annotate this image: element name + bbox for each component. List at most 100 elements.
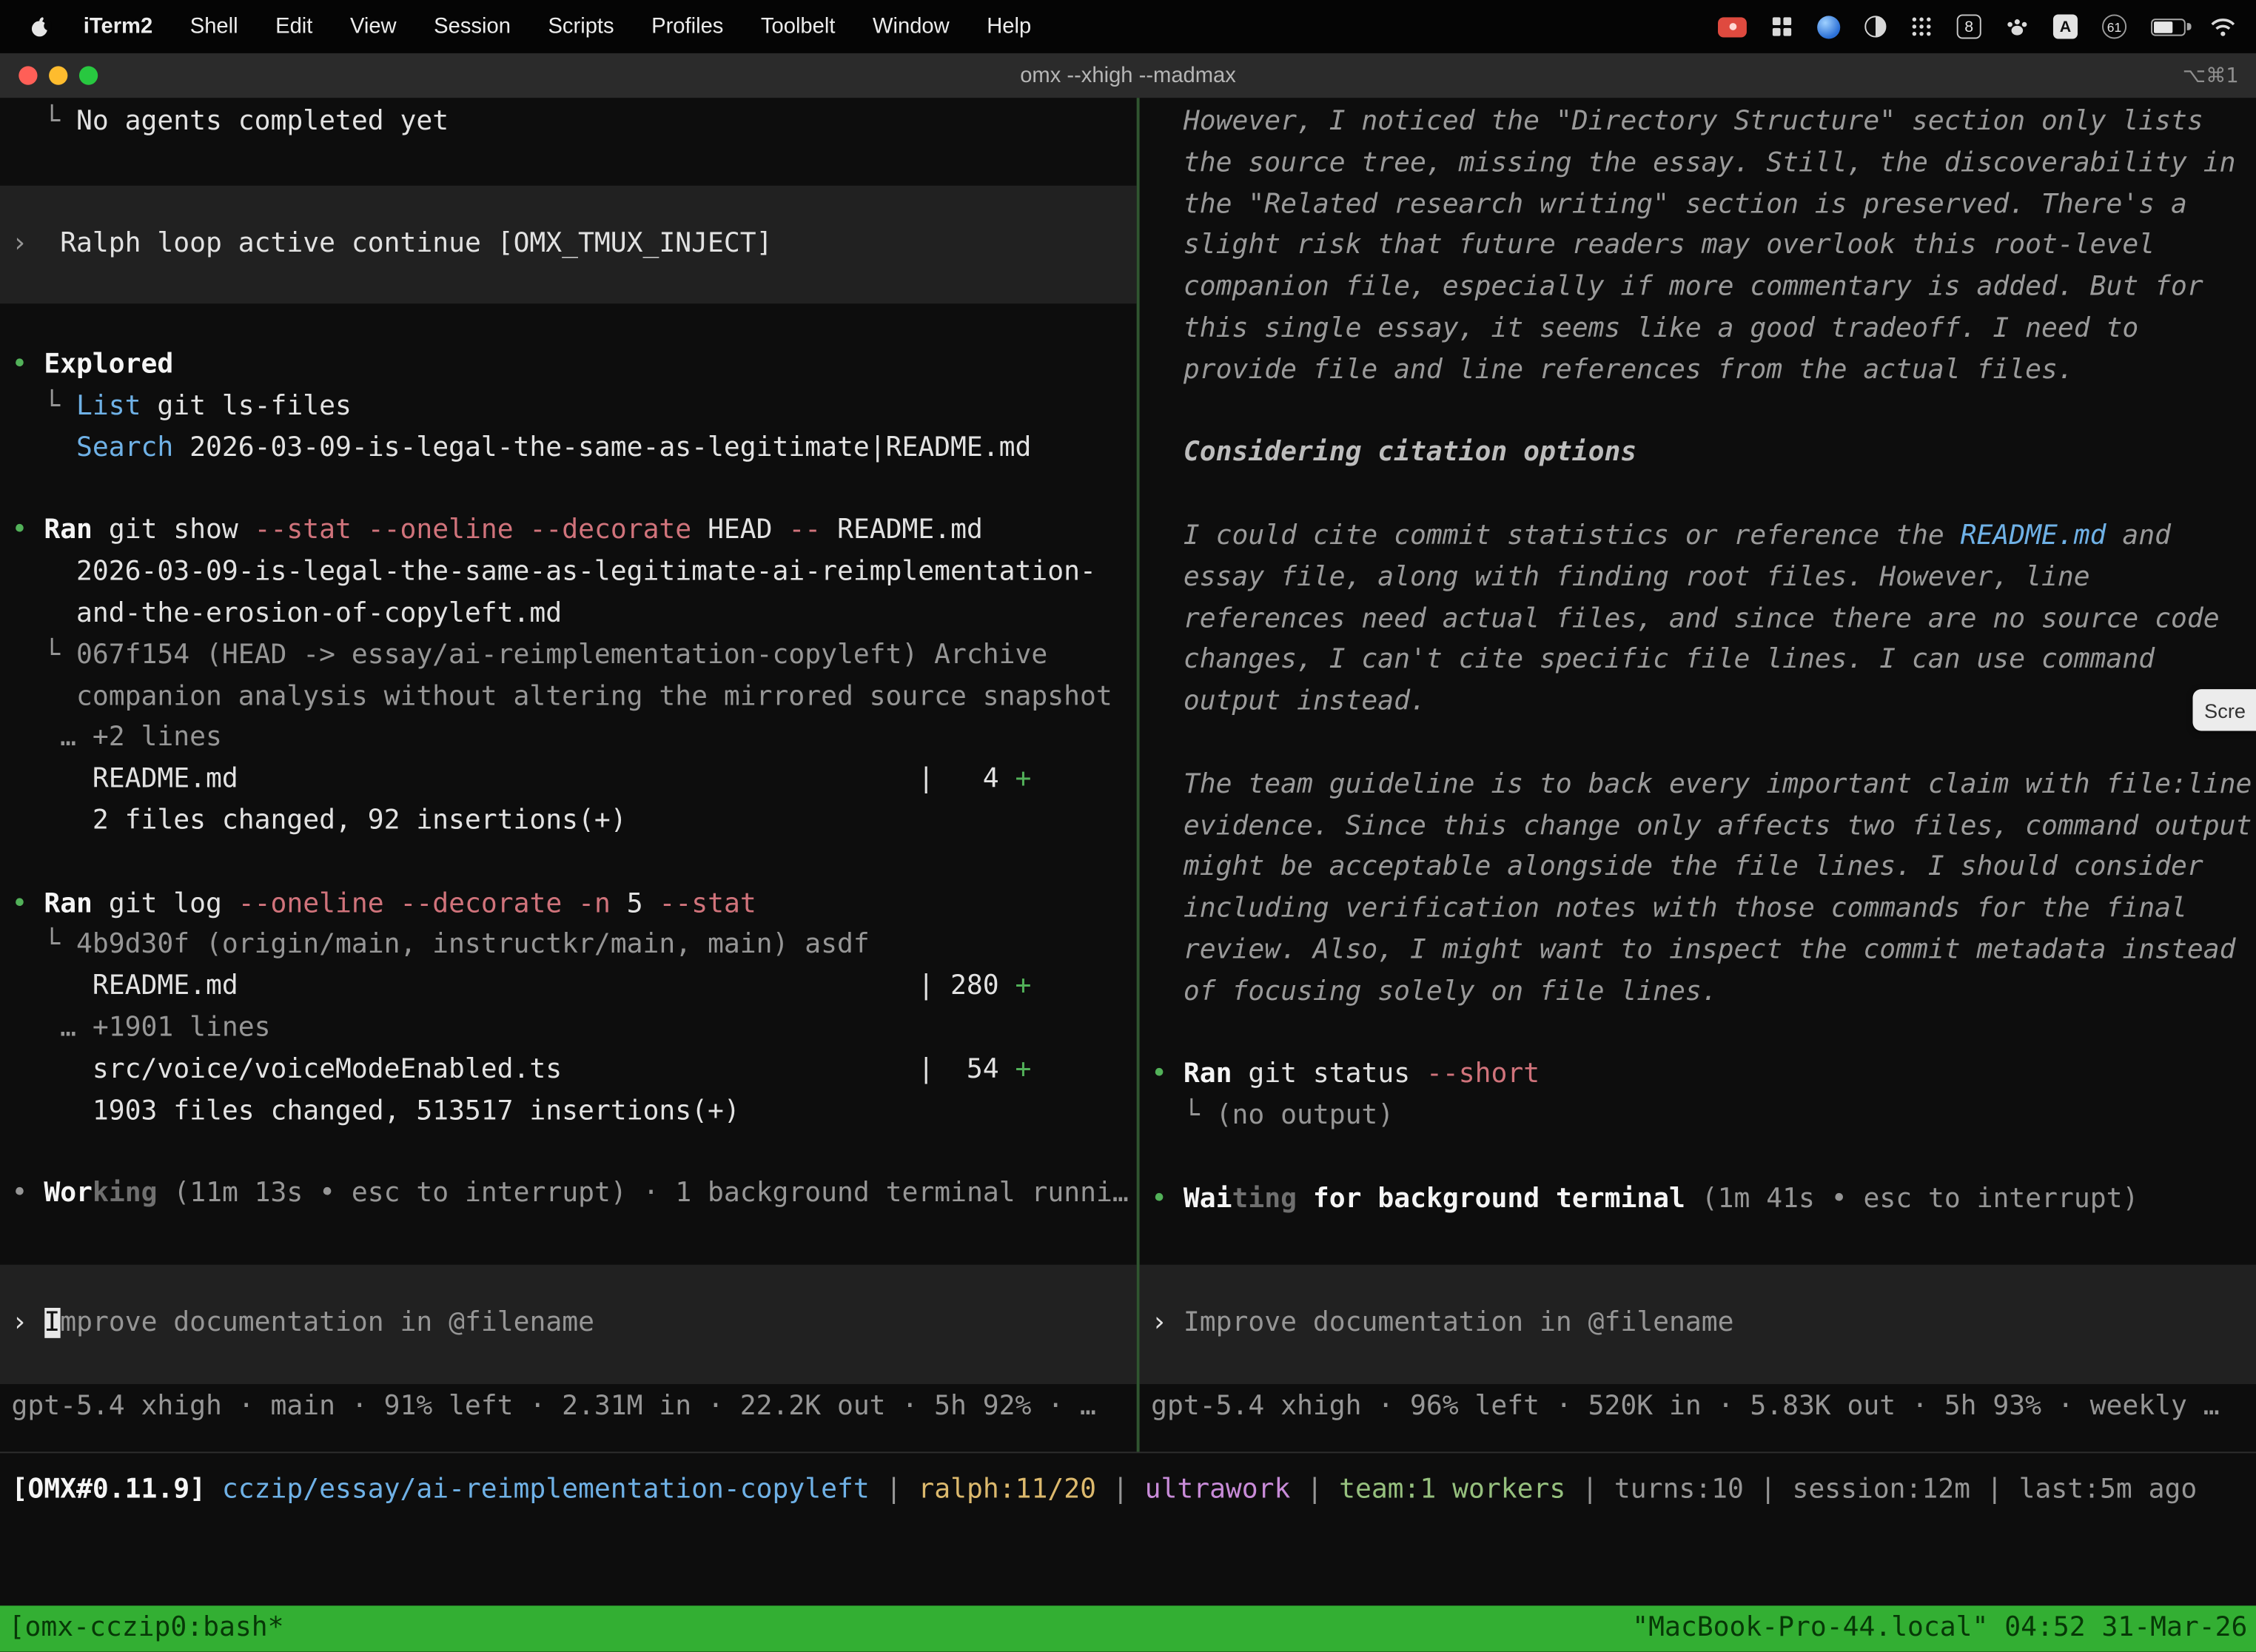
menu-status-icons: 8 A 61 — [1718, 14, 2236, 38]
terminal-line: output instead. — [1151, 682, 2256, 724]
notification-label: Scre — [2204, 699, 2246, 722]
minimize-window-button[interactable] — [49, 66, 67, 84]
terminal-line: [OMX#0.11.9] cczip/essay/ai-reimplementa… — [12, 1471, 2245, 1512]
screen-recording-icon[interactable] — [1718, 16, 1747, 36]
window-title: omx --xhigh --madmax — [1020, 64, 1236, 88]
window-title-bar[interactable]: omx --xhigh --madmax ⌥⌘1 — [0, 53, 2256, 98]
close-window-button[interactable] — [19, 66, 37, 84]
window-shortcut-hint: ⌥⌘1 — [2183, 64, 2239, 87]
terminal-line: I could cite commit statistics or refere… — [1151, 517, 2256, 558]
terminal-line: and-the-erosion-of-copyleft.md — [12, 594, 1137, 636]
terminal-line: README.md | 280 + — [12, 967, 1137, 1009]
right-pane-transcript: However, I noticed the "Directory Struct… — [1151, 102, 2256, 1220]
apple-menu-icon[interactable] — [29, 15, 52, 38]
battery-percent-badge: 61 — [2102, 14, 2126, 38]
terminal-line: the "Related research writing" section i… — [1151, 185, 2256, 226]
battery-icon[interactable] — [2151, 18, 2186, 35]
terminal-line: • Ran git log --oneline --decorate -n 5 … — [12, 884, 1137, 926]
terminal-line — [12, 470, 1137, 511]
terminal-line — [1151, 392, 2256, 434]
terminal-line — [12, 144, 1137, 185]
terminal-line: essay file, along with finding root file… — [1151, 558, 2256, 600]
wifi-icon[interactable] — [2210, 16, 2236, 36]
terminal-line: └ (no output) — [1151, 1096, 2256, 1138]
menu-item-scripts[interactable]: Scripts — [548, 14, 614, 38]
terminal-line: companion analysis without altering the … — [12, 677, 1137, 719]
screen: iTerm2 Shell Edit View Session Scripts P… — [0, 0, 2256, 1652]
left-terminal-pane[interactable]: └ No agents completed yet › Ralph loop a… — [0, 98, 1137, 1451]
terminal-line: └ 4b9d30f (origin/main, instructkr/main,… — [12, 926, 1137, 967]
menu-item-shell[interactable]: Shell — [190, 14, 238, 38]
terminal-line: gpt-5.4 xhigh · 96% left · 520K in · 5.8… — [1151, 1387, 2256, 1428]
terminal-line: • Ran git show --stat --oneline --decora… — [12, 511, 1137, 553]
terminal-line: slight risk that future readers may over… — [1151, 226, 2256, 268]
menu-item-edit[interactable]: Edit — [275, 14, 312, 38]
left-pane-transcript: • Explored └ List git ls-files Search 20… — [12, 304, 1137, 1216]
macos-menu-bar: iTerm2 Shell Edit View Session Scripts P… — [0, 0, 2256, 53]
terminal-line: … +1901 lines — [12, 1009, 1137, 1050]
input-source-icon[interactable]: A — [2053, 14, 2078, 38]
menu-item-window[interactable]: Window — [873, 14, 950, 38]
right-terminal-pane[interactable]: However, I noticed the "Directory Struct… — [1140, 98, 2256, 1451]
terminal-line: └ No agents completed yet — [12, 102, 1137, 144]
battery-fill — [2154, 21, 2173, 33]
menu-item-iterm2[interactable]: iTerm2 — [84, 14, 152, 38]
terminal-line: this single essay, it seems like a good … — [1151, 309, 2256, 351]
terminal-line — [12, 843, 1137, 884]
terminal-line: 2 files changed, 92 insertions(+) — [12, 802, 1137, 843]
terminal-line: of focusing solely on file lines. — [1151, 973, 2256, 1014]
left-pane-top: └ No agents completed yet — [12, 102, 1137, 185]
terminal-line: • Explored — [12, 346, 1137, 387]
menu-item-profiles[interactable]: Profiles — [651, 14, 723, 38]
left-prompt-input[interactable]: › Improve documentation in @filename — [0, 1265, 1137, 1384]
terminal-line: └ 067f154 (HEAD -> essay/ai-reimplementa… — [12, 636, 1137, 677]
menu-item-session[interactable]: Session — [434, 14, 511, 38]
zoom-window-button[interactable] — [79, 66, 98, 84]
terminal-line: src/voice/voiceModeEnabled.ts | 54 + — [12, 1050, 1137, 1092]
paw-icon[interactable] — [2006, 16, 2029, 37]
menu-items: iTerm2 Shell Edit View Session Scripts P… — [29, 14, 1031, 38]
terminal-line: 2026-03-09-is-legal-the-same-as-legitima… — [12, 553, 1137, 594]
terminal-line: README.md | 4 + — [12, 760, 1137, 802]
ralph-loop-banner: › Ralph loop active continue [OMX_TMUX_I… — [0, 185, 1137, 304]
right-status-line: gpt-5.4 xhigh · 96% left · 520K in · 5.8… — [1151, 1387, 2256, 1428]
terminal-line: … +2 lines — [12, 719, 1137, 760]
menu-item-toolbelt[interactable]: Toolbelt — [761, 14, 836, 38]
terminal-line: "MacBook-Pro-44.local" 04:52 31-Mar-26 — [1632, 1608, 2247, 1649]
terminal-line: Considering citation options — [1151, 434, 2256, 475]
dots-grid-icon[interactable] — [1910, 16, 1932, 37]
terminal-line: [omx-cczip0:bash* — [9, 1608, 284, 1649]
terminal-line: review. Also, I might want to inspect th… — [1151, 931, 2256, 973]
terminal-line — [12, 304, 1137, 346]
menu-item-help[interactable]: Help — [987, 14, 1031, 38]
half-circle-icon[interactable] — [1864, 16, 1886, 37]
tmux-session-window[interactable]: [omx-cczip0:bash* — [9, 1608, 284, 1649]
terminal-line: gpt-5.4 xhigh · main · 91% left · 2.31M … — [12, 1387, 1137, 1428]
right-prompt-input[interactable]: › Improve documentation in @filename — [1140, 1265, 2256, 1384]
terminal-line — [1151, 475, 2256, 517]
screenshot-notification[interactable]: Scre — [2193, 689, 2256, 731]
terminal-line: companion file, especially if more comme… — [1151, 268, 2256, 309]
terminal-line: might be acceptable alongside the file l… — [1151, 848, 2256, 890]
keycap-icon[interactable]: 8 — [1957, 14, 1981, 38]
terminal-line: • Working (11m 13s • esc to interrupt) ·… — [12, 1174, 1137, 1215]
terminal-line — [1151, 1014, 2256, 1055]
terminal-line: › Improve documentation in @filename — [12, 1304, 1126, 1346]
terminal-line: 1903 files changed, 513517 insertions(+) — [12, 1092, 1137, 1133]
terminal-line: • Waiting for background terminal (1m 41… — [1151, 1179, 2256, 1220]
tmux-status-bar: [omx-cczip0:bash* "MacBook-Pro-44.local"… — [0, 1605, 2256, 1651]
terminal-line: including verification notes with those … — [1151, 890, 2256, 931]
menu-item-view[interactable]: View — [350, 14, 397, 38]
traffic-lights — [19, 66, 98, 84]
terminal-line: › Improve documentation in @filename — [1151, 1304, 2244, 1346]
terminal-line: evidence. Since this change only affects… — [1151, 807, 2256, 848]
blue-app-icon[interactable] — [1817, 15, 1840, 38]
terminal-line: references need actual files, and since … — [1151, 600, 2256, 641]
terminal-line: The team guideline is to back every impo… — [1151, 765, 2256, 807]
terminal-line: Search 2026-03-09-is-legal-the-same-as-l… — [12, 429, 1137, 470]
terminal-line — [1151, 1138, 2256, 1179]
window-grid-icon[interactable] — [1771, 16, 1793, 37]
terminal-line — [1151, 724, 2256, 765]
terminal-line — [12, 1132, 1137, 1174]
terminal-line: › Ralph loop active continue [OMX_TMUX_I… — [12, 224, 1126, 265]
